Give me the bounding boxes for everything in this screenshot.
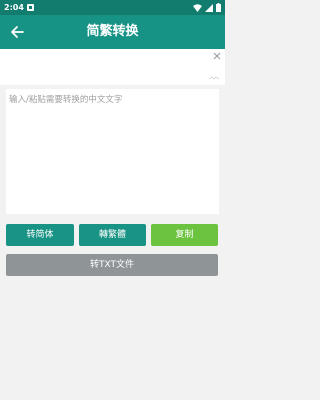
to-traditional-button[interactable]: 轉繁體	[79, 224, 146, 246]
close-icon[interactable]	[213, 52, 221, 60]
status-time: 2:04	[4, 3, 24, 12]
ad-mark-icon	[209, 76, 219, 80]
battery-icon	[216, 3, 221, 12]
page-title: 简繁转换	[86, 24, 139, 39]
signal-icon	[205, 3, 213, 12]
copy-button[interactable]: 复制	[151, 224, 218, 246]
status-bar: 2:04	[0, 0, 225, 15]
wifi-icon	[193, 3, 202, 12]
notification-icon	[27, 4, 34, 11]
chinese-text-input[interactable]	[6, 89, 219, 214]
status-icons	[193, 3, 221, 12]
to-txt-file-button[interactable]: 转TXT文件	[6, 254, 218, 276]
ad-banner	[0, 49, 225, 85]
to-simplified-button[interactable]: 转简体	[6, 224, 74, 246]
toolbar: 简繁转换	[0, 15, 225, 49]
